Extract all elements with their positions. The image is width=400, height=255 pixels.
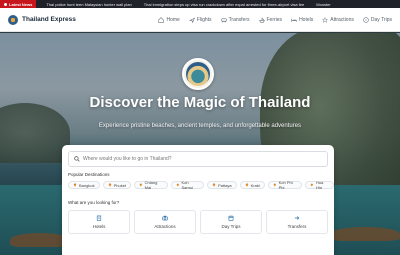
- destination-chip-label: Krabi: [250, 182, 260, 188]
- category-transfers-button[interactable]: Transfers: [266, 210, 328, 234]
- site-header: Thailand Express Home Flights Transfers …: [0, 8, 400, 32]
- nav-label: Home: [166, 16, 180, 23]
- destination-chip[interactable]: Bangkok: [68, 181, 100, 189]
- building-icon: [96, 215, 102, 221]
- category-day-trips-button[interactable]: Day Trips: [200, 210, 262, 234]
- destination-chip-label: Phuket: [113, 182, 127, 188]
- main-nav: Home Flights Transfers Ferries Hotels At…: [158, 16, 392, 23]
- map-pin-icon: [273, 183, 276, 187]
- destination-chip[interactable]: Krabi: [239, 181, 265, 189]
- nav-ferries[interactable]: Ferries: [258, 16, 283, 23]
- badge-emblem-icon: [186, 62, 210, 86]
- calendar-icon: [228, 215, 234, 221]
- category-label: Attractions: [154, 224, 176, 229]
- nav-label: Flights: [196, 16, 212, 23]
- category-attractions-button[interactable]: Attractions: [134, 210, 196, 234]
- map-pin-icon: [73, 183, 77, 187]
- live-dot-icon: [4, 2, 7, 6]
- map-pin-icon: [139, 183, 142, 187]
- nav-day-trips[interactable]: Day Trips: [363, 17, 392, 23]
- destination-chip[interactable]: Koh Samui: [170, 180, 205, 190]
- destination-chip[interactable]: Pattaya: [207, 181, 237, 189]
- looking-for-label: What are you looking for?: [68, 200, 120, 205]
- category-label: Hotels: [92, 224, 106, 229]
- bed-icon: [291, 18, 297, 22]
- category-hotels-button[interactable]: Hotels: [68, 210, 130, 234]
- home-icon: [158, 16, 165, 23]
- nav-label: Attractions: [330, 16, 354, 23]
- boat-icon: [258, 17, 265, 23]
- destination-chip-label: Hua Hin: [316, 180, 324, 190]
- destination-chip[interactable]: Koh Phi Phi: [268, 180, 303, 190]
- ticker-item[interactable]: Monster: [316, 2, 330, 7]
- car-icon: [220, 18, 227, 22]
- longtail-boat-image: [10, 233, 70, 247]
- hero-background-island: [0, 103, 70, 163]
- arrow-right-icon: [294, 216, 300, 220]
- plane-icon: [189, 17, 195, 23]
- destination-chip-label: Pattaya: [218, 182, 232, 188]
- ticker-item[interactable]: Thai immigration steps up visa run crack…: [144, 2, 305, 7]
- hero-title: Discover the Magic of Thailand: [89, 94, 311, 111]
- nav-transfers[interactable]: Transfers: [220, 16, 250, 23]
- ticker-item[interactable]: Thai police hunt teen Malaysian hunter w…: [46, 2, 131, 7]
- hero-section: Discover the Magic of Thailand Experienc…: [0, 33, 400, 255]
- popular-destinations-label: Popular Destinations: [68, 172, 110, 177]
- destination-chip-label: Chiang Mai: [144, 180, 158, 190]
- hero-subtitle: Experience pristine beaches, ancient tem…: [98, 123, 302, 129]
- nav-label: Transfers: [228, 16, 250, 23]
- map-pin-icon: [311, 183, 314, 187]
- nav-label: Ferries: [266, 16, 283, 23]
- thailand-express-badge: [182, 58, 214, 90]
- destination-chip[interactable]: Chiang Mai: [134, 180, 168, 190]
- map-pin-icon: [245, 183, 248, 187]
- nav-hotels[interactable]: Hotels: [291, 17, 313, 23]
- brand-logo-icon: [8, 14, 18, 25]
- latest-news-label: Latest News: [0, 0, 37, 8]
- category-buttons: Hotels Attractions Day Trips Transfers: [68, 210, 328, 234]
- category-label: Transfers: [287, 224, 307, 229]
- nav-attractions[interactable]: Attractions: [322, 16, 354, 23]
- search-icon: [74, 156, 80, 162]
- nav-flights[interactable]: Flights: [189, 17, 212, 23]
- destination-chip[interactable]: Hua Hin: [305, 180, 335, 190]
- destination-chip-label: Bangkok: [79, 182, 95, 188]
- search-box[interactable]: [68, 151, 328, 167]
- camera-icon: [162, 215, 168, 221]
- nav-label: Hotels: [299, 16, 314, 23]
- destination-chip-label: Koh Phi Phi: [278, 180, 293, 190]
- map-pin-icon: [212, 183, 216, 187]
- latest-news-text: Latest News: [9, 1, 33, 7]
- nav-label: Day Trips: [370, 16, 392, 23]
- map-pin-icon: [108, 183, 111, 187]
- destination-chip[interactable]: Phuket: [102, 181, 132, 189]
- brand-name: Thailand Express: [22, 16, 76, 23]
- map-pin-icon: [176, 183, 179, 187]
- destination-chip-label: Koh Samui: [181, 180, 193, 190]
- destination-chips: Bangkok Phuket Chiang Mai Koh Samui Patt…: [68, 180, 335, 190]
- longtail-boat-image: [330, 227, 400, 241]
- compass-icon: [363, 16, 369, 23]
- search-input[interactable]: [82, 156, 322, 162]
- nav-home[interactable]: Home: [158, 16, 180, 23]
- news-ticker: Latest News Thai police hunt teen Malays…: [0, 0, 400, 8]
- brand-link[interactable]: Thailand Express: [8, 14, 76, 25]
- star-icon: [322, 16, 329, 23]
- category-label: Day Trips: [221, 224, 241, 229]
- search-card: Popular Destinations Bangkok Phuket Chia…: [62, 145, 335, 255]
